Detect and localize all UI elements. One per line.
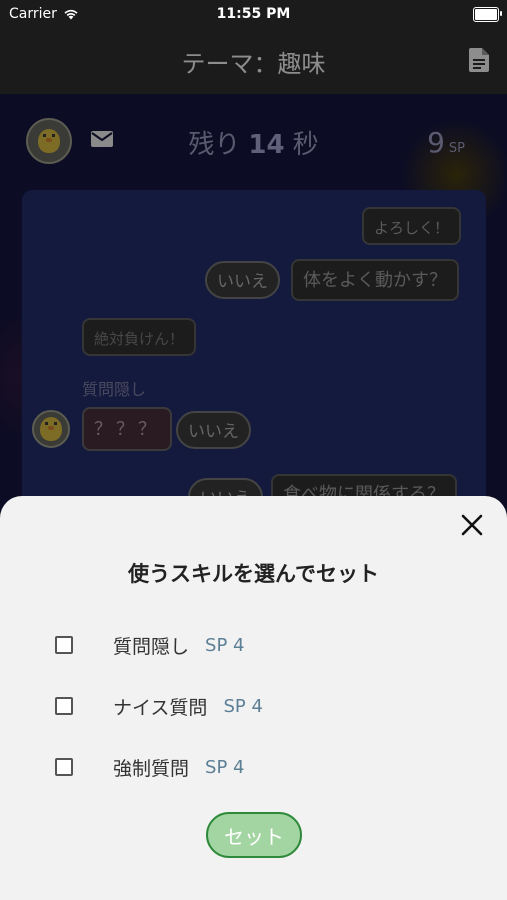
- timer-suffix: 秒: [292, 130, 319, 160]
- sp-counter: 9 SP: [427, 126, 465, 159]
- status-bar: Carrier 11:55 PM: [0, 0, 507, 30]
- page-title: テーマ：趣味: [181, 50, 326, 78]
- skill-sheet: 使うスキルを選んでセット 質問隠し SP 4 ナイス質問 SP 4 強制質問 S…: [0, 496, 507, 900]
- sp-value: 9: [427, 126, 445, 159]
- skill-name: 強制質問: [113, 757, 190, 780]
- skill-row-forced-question[interactable]: 強制質問 SP 4: [55, 752, 244, 782]
- skill-cost: SP 4: [205, 756, 245, 778]
- document-icon[interactable]: [469, 48, 489, 72]
- skill-cost: SP 4: [205, 634, 245, 656]
- status-time: 11:55 PM: [216, 6, 291, 22]
- sheet-title: 使うスキルを選んでセット: [128, 562, 379, 586]
- skill-checkbox[interactable]: [55, 636, 73, 654]
- skill-name: 質問隠し: [113, 635, 190, 658]
- skill-checkbox[interactable]: [55, 758, 73, 776]
- sp-unit: SP: [448, 141, 465, 156]
- skill-checkbox[interactable]: [55, 697, 73, 715]
- chat-answer-pill: いいえ: [176, 411, 251, 449]
- close-icon[interactable]: [459, 512, 485, 538]
- chat-bubble: 絶対負けん！: [82, 318, 197, 356]
- skill-used-label: 質問隠し: [82, 380, 147, 399]
- chat-bubble: よろしく！: [362, 207, 462, 245]
- skill-row-hide-question[interactable]: 質問隠し SP 4: [55, 630, 244, 660]
- chat-answer-pill: いいえ: [205, 261, 280, 299]
- set-button[interactable]: セット: [206, 812, 302, 858]
- chick-icon: [40, 417, 62, 441]
- timer-value: 14: [248, 130, 285, 160]
- chat-bubble: 体をよく動かす？: [291, 259, 459, 301]
- chat-hidden-question: ？？？: [82, 407, 172, 451]
- skill-name: ナイス質問: [113, 696, 208, 719]
- timer-prefix: 残り: [188, 130, 241, 160]
- skill-row-nice-question[interactable]: ナイス質問 SP 4: [55, 691, 263, 721]
- navigation-bar: テーマ：趣味: [0, 30, 507, 94]
- skill-cost: SP 4: [223, 695, 263, 717]
- battery-icon: [473, 7, 502, 22]
- opponent-avatar: [32, 410, 70, 448]
